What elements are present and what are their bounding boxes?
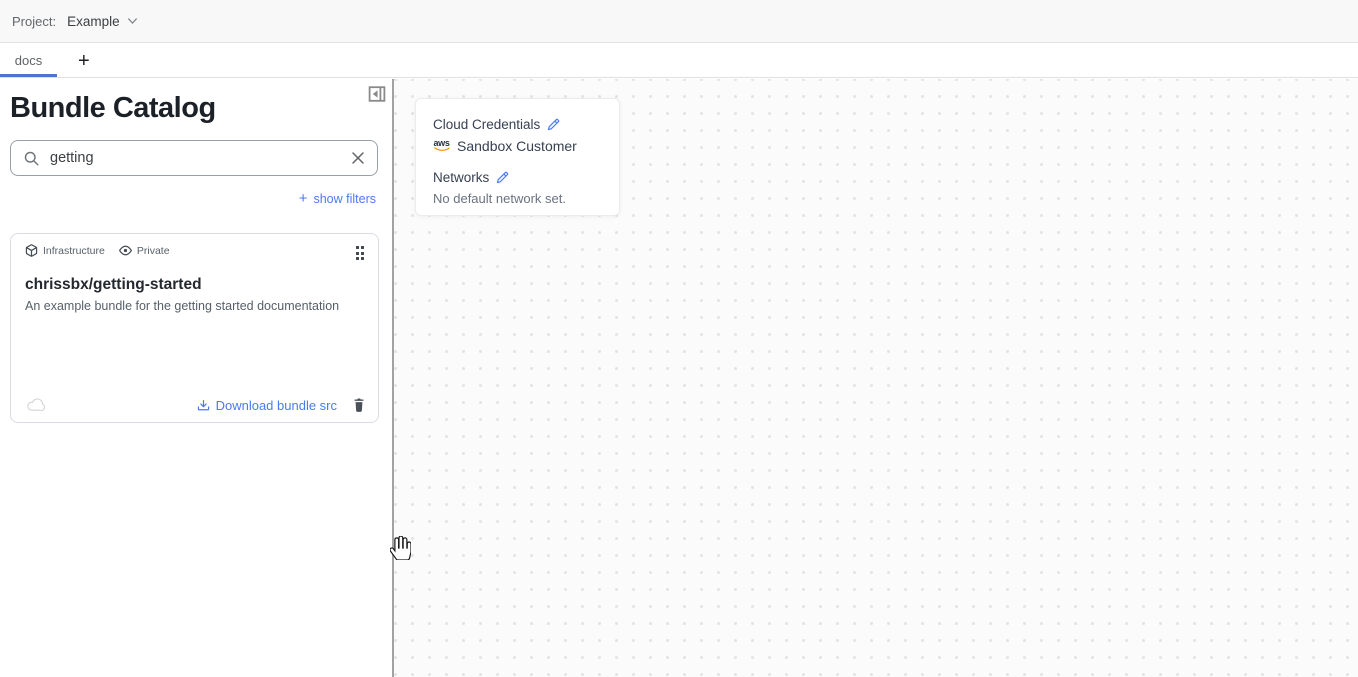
aws-logo-icon: aws (433, 140, 450, 152)
tab-docs[interactable]: docs (0, 44, 57, 77)
trash-icon[interactable] (352, 398, 366, 413)
eye-icon (119, 244, 132, 257)
cloud-credentials-label: Cloud Credentials (433, 117, 540, 132)
workspace-canvas[interactable]: Cloud Credentials aws Sandbox Customer (394, 79, 1358, 677)
plus-icon: + (299, 193, 308, 205)
badges-row: Infrastructure Private (25, 244, 364, 257)
chevron-down-icon (127, 17, 138, 25)
visibility-badge: Private (119, 244, 170, 257)
project-label: Project: (12, 14, 56, 29)
search-icon (23, 150, 40, 167)
app-window: Project: Example docs + Bundle Catalog (0, 0, 1358, 677)
credential-row: aws Sandbox Customer (433, 138, 602, 154)
visibility-badge-label: Private (137, 245, 170, 257)
filters-row: + show filters (299, 192, 376, 206)
tab-bar: docs + (0, 44, 1358, 78)
tab-label: docs (15, 53, 42, 68)
cloud-credentials-section: Cloud Credentials (433, 117, 602, 132)
show-filters-label: show filters (313, 192, 376, 206)
drag-handle-icon[interactable] (354, 244, 367, 262)
download-bundle-link[interactable]: Download bundle src (197, 398, 337, 413)
edit-networks-pencil-icon[interactable] (496, 171, 509, 184)
cloud-icon (25, 397, 45, 413)
networks-empty-text: No default network set. (433, 191, 602, 206)
bundle-catalog-panel: Bundle Catalog + sho (0, 79, 394, 677)
bundle-card[interactable]: Infrastructure Private (10, 233, 379, 423)
project-name: Example (67, 14, 120, 29)
networks-label: Networks (433, 170, 489, 185)
collapse-panel-icon[interactable] (368, 85, 386, 106)
download-icon (197, 399, 210, 412)
search-input[interactable] (50, 150, 341, 166)
download-label: Download bundle src (216, 398, 337, 413)
page-title: Bundle Catalog (10, 92, 216, 125)
type-badge-label: Infrastructure (43, 245, 105, 257)
edit-credentials-pencil-icon[interactable] (547, 118, 560, 131)
show-filters-link[interactable]: + show filters (299, 192, 376, 206)
type-badge: Infrastructure (25, 244, 105, 257)
project-selector[interactable]: Example (67, 14, 138, 29)
top-bar: Project: Example (0, 0, 1358, 43)
credential-name: Sandbox Customer (457, 138, 577, 154)
add-tab-button[interactable]: + (74, 51, 94, 71)
bundle-card-footer: Download bundle src (25, 397, 366, 413)
bundle-name: chrissbx/getting-started (25, 276, 364, 294)
search-box (10, 140, 378, 176)
cube-icon (25, 244, 38, 257)
project-defaults-card: Cloud Credentials aws Sandbox Customer (415, 98, 620, 216)
networks-section: Networks (433, 170, 602, 185)
main-area: Bundle Catalog + sho (0, 79, 1358, 677)
clear-search-icon[interactable] (351, 151, 365, 165)
bundle-description: An example bundle for the getting starte… (25, 299, 364, 313)
